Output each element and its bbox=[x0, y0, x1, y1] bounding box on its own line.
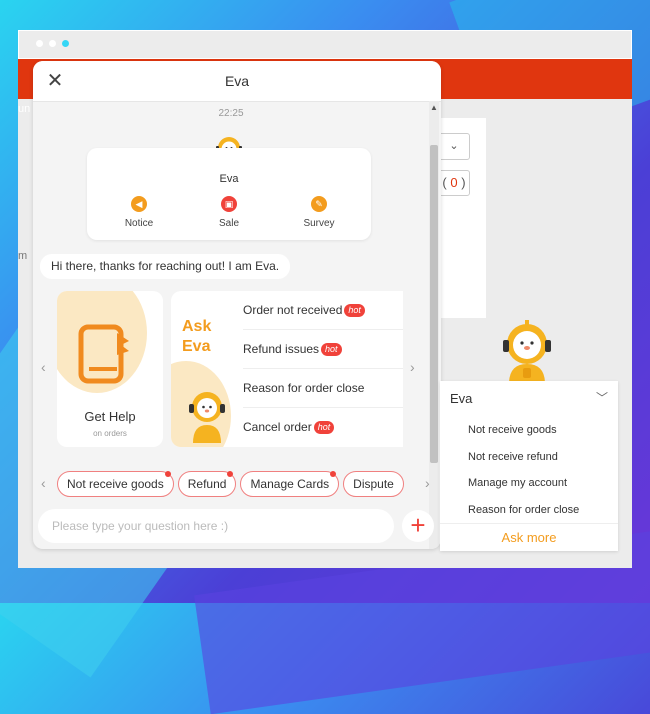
chevron-down-icon[interactable]: ﹀ bbox=[596, 389, 608, 406]
message-input-container bbox=[38, 509, 396, 543]
get-help-title: Get Help bbox=[84, 409, 136, 424]
chevron-down-icon: ⌄ bbox=[449, 140, 459, 152]
option-refund-issues[interactable]: Refund issues hot bbox=[243, 330, 403, 369]
scroll-up-arrow-icon[interactable]: ▲ bbox=[430, 103, 438, 112]
eva-suggestion-item[interactable]: Manage my account bbox=[468, 474, 579, 501]
survey-icon: ✎ bbox=[311, 196, 327, 212]
notice-button[interactable]: ◀ Notice bbox=[109, 196, 169, 229]
site-dropdown[interactable]: ⌄ bbox=[438, 133, 470, 160]
chip-dispute[interactable]: Dispute bbox=[343, 471, 404, 497]
window-dot bbox=[36, 40, 43, 47]
option-cancel-order[interactable]: Cancel order hot bbox=[243, 408, 403, 446]
chat-window: ✕ Eva 22:25 ▲ Eva ◀ Notice ▣ Sale ✎ Surv… bbox=[33, 61, 441, 549]
hot-badge: hot bbox=[321, 342, 342, 356]
chip-refund[interactable]: Refund bbox=[177, 471, 237, 497]
greeting-message: Hi there, thanks for reaching out! I am … bbox=[40, 254, 291, 279]
ask-eva-options: Order not received hot Refund issues hot R… bbox=[243, 291, 403, 446]
get-help-subtitle: on orders bbox=[93, 429, 127, 438]
chip-label: Manage Cards bbox=[250, 477, 330, 491]
message-input[interactable] bbox=[38, 509, 396, 543]
sale-label: Sale bbox=[218, 218, 239, 229]
carousel-prev-icon[interactable]: ‹ bbox=[41, 359, 46, 375]
coupon-icon: ▣ bbox=[221, 196, 237, 212]
profile-name: Eva bbox=[219, 173, 239, 185]
book-icon bbox=[78, 324, 129, 384]
ask-eva-card: Ask Eva Order not received hot Refund iss… bbox=[171, 291, 403, 447]
eva-suggestion-list: Not receive goods Not receive refund Man… bbox=[468, 421, 579, 527]
option-order-not-received[interactable]: Order not received hot bbox=[243, 291, 403, 330]
chip-not-receive-goods[interactable]: Not receive goods bbox=[57, 471, 174, 497]
eva-suggestion-item[interactable]: Not receive refund bbox=[468, 448, 579, 475]
window-dots bbox=[36, 40, 69, 47]
sale-button[interactable]: ▣ Sale bbox=[199, 196, 259, 229]
site-counter: ( 0 ) bbox=[438, 170, 470, 196]
chip-dot bbox=[164, 471, 171, 477]
chip-dot bbox=[227, 471, 234, 477]
chip-label: Dispute bbox=[353, 477, 394, 491]
window-dot bbox=[62, 40, 69, 47]
eva-panel-title: Eva bbox=[450, 391, 473, 406]
notice-label: Notice bbox=[124, 218, 154, 229]
eva-robot-icon bbox=[189, 392, 225, 443]
eva-robot-icon bbox=[503, 320, 551, 384]
eva-profile-card: Eva ◀ Notice ▣ Sale ✎ Survey bbox=[87, 148, 371, 240]
plus-icon[interactable]: + bbox=[402, 510, 434, 542]
message-timestamp: 22:25 bbox=[218, 108, 244, 119]
eva-suggestion-item[interactable]: Not receive goods bbox=[468, 421, 579, 448]
ask-eva-title: Ask Eva bbox=[182, 318, 212, 355]
hot-badge: hot bbox=[344, 303, 365, 317]
option-label: Order not received bbox=[243, 303, 343, 317]
site-header-text: un bbox=[18, 103, 31, 115]
survey-button[interactable]: ✎ Survey bbox=[289, 196, 349, 229]
quick-reply-chips: Not receive goods Refund Manage Cards Dispu… bbox=[57, 471, 429, 499]
browser-top-bar bbox=[18, 30, 632, 59]
ask-more-button[interactable]: Ask more bbox=[440, 523, 618, 552]
chip-label: Refund bbox=[187, 477, 227, 491]
chips-prev-icon[interactable]: ‹ bbox=[41, 475, 46, 491]
scrollbar-thumb[interactable] bbox=[430, 145, 438, 463]
megaphone-icon: ◀ bbox=[131, 196, 147, 212]
hot-badge: hot bbox=[313, 420, 335, 434]
option-label: Cancel order bbox=[243, 420, 312, 434]
eva-suggestion-panel: Eva ﹀ Not receive goods Not receive refu… bbox=[440, 381, 618, 551]
ask-eva-side: Ask Eva bbox=[171, 291, 237, 447]
chat-header: ✕ Eva bbox=[33, 61, 441, 102]
option-label: Reason for order close bbox=[243, 381, 365, 395]
chat-title: Eva bbox=[224, 73, 250, 89]
option-label: Refund issues bbox=[243, 342, 320, 356]
chat-scrollbar[interactable]: ▲ bbox=[429, 101, 439, 549]
carousel-next-icon[interactable]: › bbox=[410, 359, 415, 375]
counter-value: 0 bbox=[450, 175, 458, 190]
chip-label: Not receive goods bbox=[67, 477, 164, 491]
site-left-text: m bbox=[18, 250, 28, 262]
survey-label: Survey bbox=[303, 218, 335, 229]
option-reason-for-order-close[interactable]: Reason for order close bbox=[243, 369, 403, 408]
chip-manage-cards[interactable]: Manage Cards bbox=[240, 471, 340, 497]
chip-dot bbox=[330, 471, 337, 477]
window-dot bbox=[49, 40, 56, 47]
get-help-card[interactable]: Get Help on orders bbox=[57, 291, 163, 447]
